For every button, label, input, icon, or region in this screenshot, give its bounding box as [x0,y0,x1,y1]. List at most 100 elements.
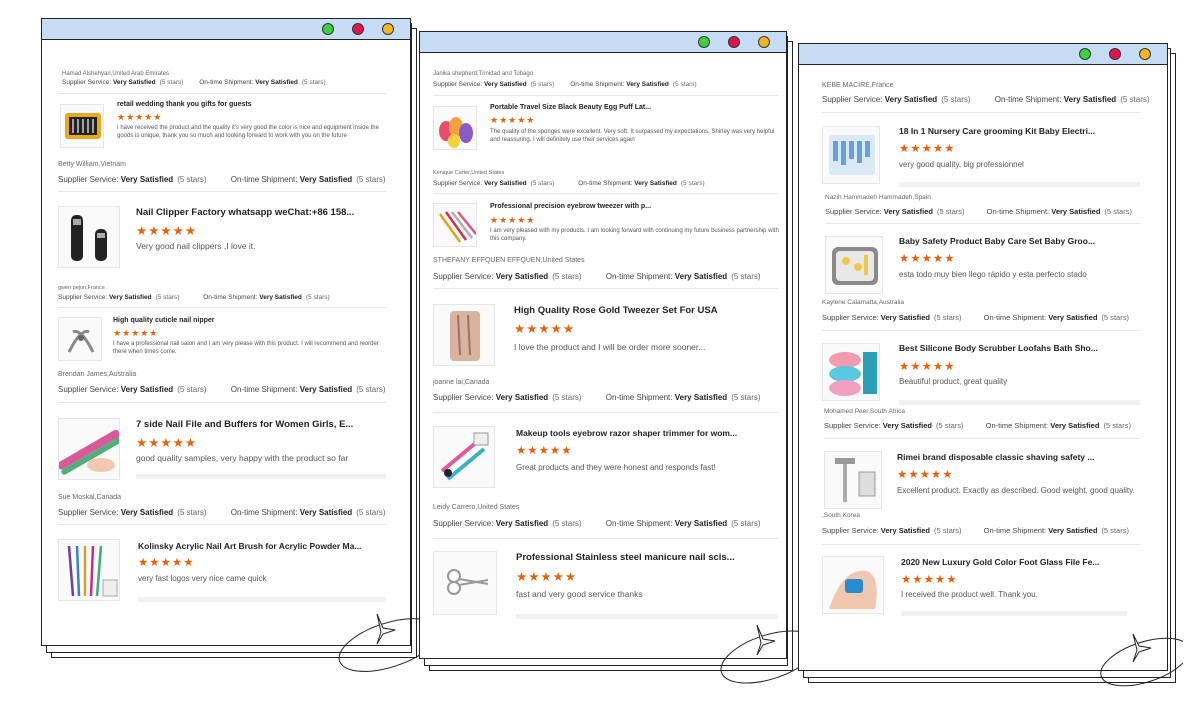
star-rating: ★★★★★ [490,215,536,225]
close-button[interactable] [1109,48,1121,60]
minimize-button[interactable] [382,23,394,35]
review-text: very fast logos very nice came quick [138,574,267,583]
product-thumbnail[interactable] [433,106,477,150]
rating-row: Supplier Service: Very Satisfied (5 stars… [58,175,386,184]
close-button[interactable] [728,36,740,48]
reviewer-name: ,South Korea [822,512,860,519]
divider [433,288,778,289]
rosegold-icon [450,311,480,361]
divider [58,402,386,403]
rating-row: Supplier Service: Very Satisfied (5 stars… [433,81,697,88]
product-thumbnail[interactable] [433,304,495,366]
review-text: good quality samples, very happy with th… [136,453,349,463]
sponge-icon [439,117,473,148]
rating-row: Supplier Service: Very Satisfied (5 stars… [824,421,1131,430]
reviewer-name: Sue Moskal,Canada [58,494,122,501]
rating-row: Supplier Service: Very Satisfied (5 stars… [62,79,326,86]
review-text: Very good nail clippers ,I love it. [136,241,256,251]
product-thumbnail[interactable] [825,236,883,294]
rating-row: Supplier Service: Very Satisfied (5 stars… [822,526,1129,535]
clipper-icon [71,215,107,261]
product-thumbnail[interactable] [58,418,120,480]
title-bar[interactable] [799,44,1167,65]
title-bar[interactable] [420,32,786,53]
product-title-link[interactable]: Professional precision eyebrow tweezer w… [490,203,651,210]
product-thumbnail[interactable] [58,539,120,601]
review-text: Excellent product. Exactly as described.… [897,486,1135,495]
scrubber-icon [829,352,877,396]
star-rating: ★★★★★ [516,445,573,457]
star-rating: ★★★★★ [901,574,958,586]
product-title-link[interactable]: Professional Stainless steel manicure na… [516,552,735,563]
product-title-link[interactable]: Makeup tools eyebrow razor shaper trimme… [516,428,737,438]
window-frame: Janika shepherd,Trinidad and Tobago Supp… [419,31,787,659]
star-rating: ★★★★★ [899,143,956,155]
title-bar[interactable] [42,19,410,40]
reviewer-name: Brendan James,Australia [58,371,137,378]
reviewer-name: Nazih Hammadeh Hammadeh,Spain [825,194,931,201]
product-title-link[interactable]: 7 side Nail File and Buffers for Women G… [136,419,353,430]
review-text: esta todo muy bien llego rápido y esta p… [899,270,1087,279]
product-title-link[interactable]: Best Silicone Body Scrubber Loofahs Bath… [899,343,1098,353]
divider [433,193,778,194]
product-title-link[interactable]: Portable Travel Size Black Beauty Egg Pu… [490,104,651,111]
divider [433,95,778,96]
product-title-link[interactable]: 2020 New Luxury Gold Color Foot Glass Fi… [901,557,1099,567]
divider [822,544,1140,545]
reviewer-name: Kenique Carter,United States [433,170,505,176]
product-thumbnail[interactable] [58,317,102,361]
minimize-button[interactable] [758,36,770,48]
product-title-link[interactable]: 18 In 1 Nursery Care grooming Kit Baby E… [899,126,1095,136]
product-title-link[interactable]: Rimei brand disposable classic shaving s… [897,452,1094,462]
review-window-1: Hamad Alshehyari,United Arab Emirates Su… [41,18,440,672]
product-title-link[interactable]: Nail Clipper Factory whatsapp weChat:+86… [136,207,354,218]
star-rating: ★★★★★ [514,322,576,336]
minimize-button[interactable] [1139,48,1151,60]
reviewer-name: Janika shepherd,Trinidad and Tobago [433,71,534,77]
review-text: Beautiful product, great quality [899,377,1008,386]
maximize-button[interactable] [1079,48,1091,60]
star-rating: ★★★★★ [136,224,198,238]
reply-bar [136,474,386,479]
maximize-button[interactable] [698,36,710,48]
product-title-link[interactable]: High quality cuticle nail nipper [113,317,215,324]
review-text: I love the product and I will be order m… [514,342,706,352]
product-thumbnail[interactable] [433,203,477,247]
review-text: I have received the product and the qual… [117,125,379,139]
product-thumbnail[interactable] [822,556,884,614]
nursery-icon [829,135,875,175]
product-thumbnail[interactable] [433,551,497,615]
rating-row: Supplier Service: Very Satisfied (5 stars… [58,294,330,301]
product-title-link[interactable]: Kolinsky Acrylic Nail Art Brush for Acry… [138,541,361,551]
reviewer-name: Betty William,Vietnam [58,161,126,168]
review-list: Hamad Alshehyari,United Arab Emirates Su… [42,41,410,645]
product-title-link[interactable]: High Quality Rose Gold Tweezer Set For U… [514,305,718,316]
product-title-link[interactable]: retail wedding thank you gifts for guest… [117,101,252,108]
review-text: very good quality, big professionnel [899,160,1024,169]
divider [58,524,386,525]
babyset-icon [832,247,878,285]
product-thumbnail[interactable] [58,206,120,268]
product-thumbnail[interactable] [822,343,880,401]
review-text: I am very pleased with my products. I am… [490,228,779,242]
divider [58,93,386,94]
rating-row: Supplier Service: Very Satisfied (5 stars… [433,272,761,281]
rating-row: Supplier Service: Very Satisfied (5 stars… [433,180,705,187]
star-rating: ★★★★★ [136,436,198,450]
product-thumbnail[interactable] [824,451,882,509]
page-curl-icon [1100,633,1183,687]
close-button[interactable] [352,23,364,35]
review-text: I have a professional nail salon and I a… [113,341,379,355]
product-thumbnail[interactable] [822,126,880,184]
product-title-link[interactable]: Baby Safety Product Baby Care Set Baby G… [899,236,1095,246]
product-thumbnail[interactable] [433,426,495,488]
product-thumbnail[interactable] [60,104,104,148]
file-icon [59,429,119,475]
window-frame: KEBE MACIRE,France Supplier Service: Ver… [798,43,1168,671]
star-rating: ★★★★★ [897,469,954,481]
maximize-button[interactable] [322,23,334,35]
reply-bar [899,182,1140,187]
divider [433,538,778,539]
reply-bar [901,611,1127,616]
reply-bar [899,400,1140,405]
